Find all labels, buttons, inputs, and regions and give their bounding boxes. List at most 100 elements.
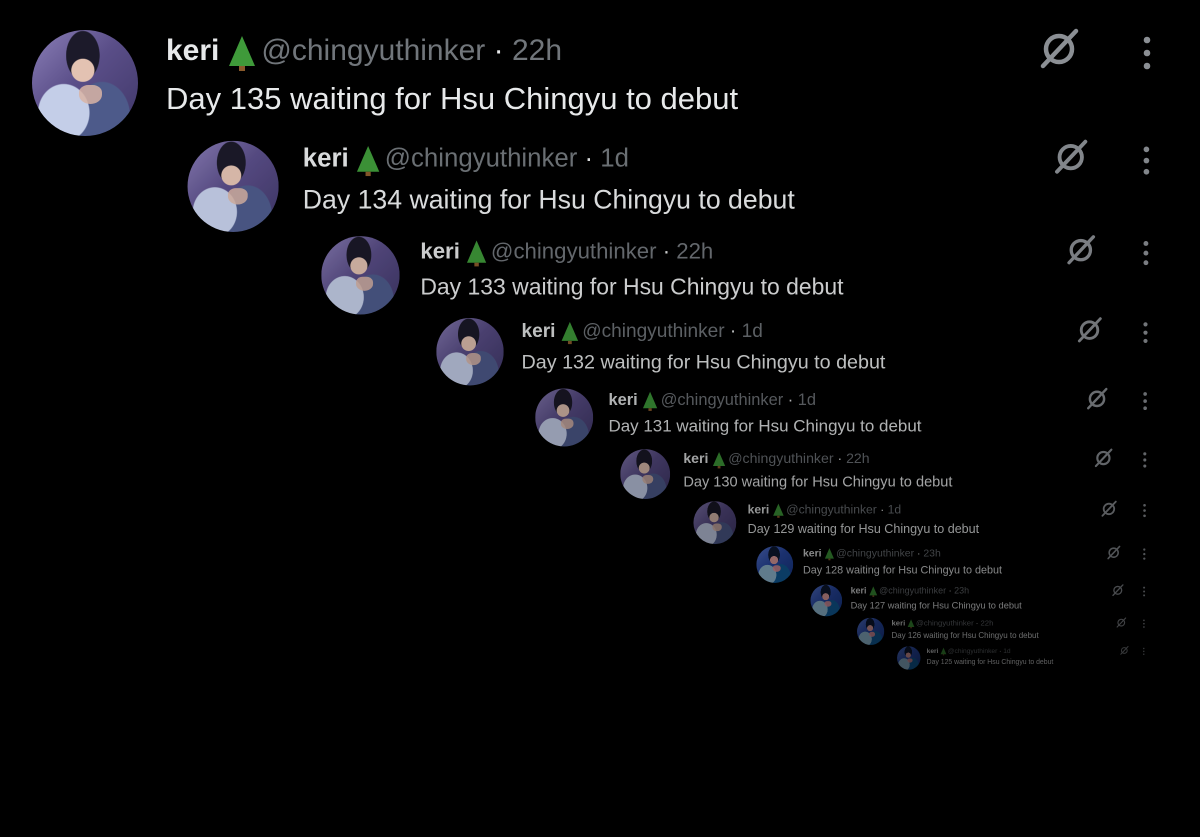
username-handle[interactable]: @chingyuthinker [879,586,946,596]
more-icon[interactable] [1141,586,1147,597]
tweet-header: keri @chingyuthinker · 23h [802,547,941,561]
more-icon[interactable] [1139,321,1152,344]
christmas-tree-emoji [940,647,947,656]
username-handle[interactable]: @chingyuthinker [836,547,914,558]
display-name[interactable]: keri [927,647,939,654]
avatar[interactable] [756,546,794,583]
tweet-text: Day 132 waiting for Hsu Chingyu to debut [521,350,886,373]
display-name[interactable]: keri [609,391,638,409]
more-icon[interactable] [1139,240,1154,267]
username-handle[interactable]: @chingyuthinker [728,451,833,467]
more-icon[interactable] [1141,548,1148,561]
username-handle[interactable]: @chingyuthinker [582,321,724,342]
more-icon[interactable] [1142,647,1146,655]
christmas-tree-emoji [713,451,726,469]
username-handle[interactable]: @chingyuthinker [491,239,657,263]
more-icon[interactable] [1140,451,1149,468]
christmas-tree-emoji [643,391,658,411]
grok-icon[interactable] [1035,28,1083,70]
tweet-header: keri @chingyuthinker · 22h [166,34,563,71]
avatar[interactable] [321,236,400,315]
display-name[interactable]: keri [803,547,822,558]
grok-icon[interactable] [1105,545,1122,560]
username-handle[interactable]: @chingyuthinker [261,34,485,67]
display-name[interactable]: keri [303,144,349,172]
grok-icon[interactable] [1099,500,1118,517]
avatar[interactable] [810,584,843,617]
timestamp[interactable]: 1d [798,391,816,409]
username-handle[interactable]: @chingyuthinker [786,503,877,516]
timestamp[interactable]: 22h [846,451,870,467]
timestamp[interactable]: 1d [600,144,629,172]
tweet-text: Day 129 waiting for Hsu Chingyu to debut [747,521,980,537]
more-icon[interactable] [1140,391,1151,411]
avatar[interactable] [857,617,885,646]
grok-icon[interactable] [1115,617,1127,628]
grok-icon[interactable] [1063,235,1099,266]
tweet-header: keri @chingyuthinker · 22h [891,618,994,629]
timestamp[interactable]: 23h [954,586,969,596]
tweet-text: Day 128 waiting for Hsu Chingyu to debut [802,563,1003,576]
christmas-tree-emoji [467,240,487,267]
username-handle[interactable]: @chingyuthinker [916,619,974,627]
tweet-header: keri @chingyuthinker · 1d [608,390,817,411]
tweet-text: Day 135 waiting for Hsu Chingyu to debut [166,81,739,116]
christmas-tree-emoji [357,145,380,177]
display-name[interactable]: keri [166,34,219,67]
display-name[interactable]: keri [851,586,867,596]
tweet-text: Day 131 waiting for Hsu Chingyu to debut [608,416,922,436]
christmas-tree-emoji [825,548,835,561]
grok-icon[interactable] [1050,139,1091,175]
username-handle[interactable]: @chingyuthinker [948,647,998,654]
avatar[interactable] [187,140,279,232]
timestamp[interactable]: 1d [888,503,902,516]
tweet-text: Day 130 waiting for Hsu Chingyu to debut [683,473,953,490]
tweet-header: keri @chingyuthinker · 1d [747,502,902,518]
christmas-tree-emoji [869,586,878,597]
timestamp[interactable]: 1d [742,321,763,342]
tweet-text: Day 134 waiting for Hsu Chingyu to debut [302,184,795,215]
recursive-tweet-thread: keri @chingyuthinker · 22h Day 135 waitin… [0,0,1200,837]
avatar[interactable] [897,646,921,670]
tweet-text: Day 125 waiting for Hsu Chingyu to debut [926,657,1054,666]
tweet-header: keri @chingyuthinker · 22h [420,239,714,267]
tweet-header: keri @chingyuthinker · 23h [850,585,970,597]
christmas-tree-emoji [229,36,256,71]
avatar[interactable] [436,318,504,386]
timestamp[interactable]: 23h [923,547,940,558]
avatar[interactable] [693,501,737,545]
more-icon[interactable] [1138,145,1155,176]
username-handle[interactable]: @chingyuthinker [385,144,578,172]
avatar[interactable] [32,30,138,136]
timestamp[interactable]: 22h [981,619,994,627]
display-name[interactable]: keri [522,321,556,342]
display-name[interactable]: keri [748,503,770,516]
display-name[interactable]: keri [420,239,459,263]
christmas-tree-emoji [561,321,579,345]
tweet-text: Day 127 waiting for Hsu Chingyu to debut [850,599,1022,611]
display-name[interactable]: keri [683,451,708,467]
tweet-text: Day 133 waiting for Hsu Chingyu to debut [420,273,844,300]
tweet-header: keri @chingyuthinker · 22h [683,451,870,469]
tweet-header: keri @chingyuthinker · 1d [521,320,763,345]
christmas-tree-emoji [907,619,915,629]
grok-icon[interactable] [1111,584,1125,597]
timestamp[interactable]: 22h [676,239,713,263]
grok-icon[interactable] [1084,387,1110,410]
display-name[interactable]: keri [891,619,905,627]
more-icon[interactable] [1141,619,1146,628]
more-icon[interactable] [1137,35,1157,71]
tweet-header: keri @chingyuthinker · 1d [926,647,1011,656]
avatar[interactable] [535,388,594,447]
tweet-header: keri @chingyuthinker · 1d [302,144,629,177]
avatar[interactable] [620,449,671,499]
grok-icon[interactable] [1092,448,1115,468]
grok-icon[interactable] [1074,317,1105,344]
christmas-tree-emoji [773,503,784,518]
grok-icon[interactable] [1119,646,1130,655]
more-icon[interactable] [1140,503,1148,518]
timestamp[interactable]: 1d [1003,647,1010,654]
timestamp[interactable]: 22h [512,34,562,67]
tweet-text: Day 126 waiting for Hsu Chingyu to debut [891,630,1039,640]
username-handle[interactable]: @chingyuthinker [661,391,783,409]
